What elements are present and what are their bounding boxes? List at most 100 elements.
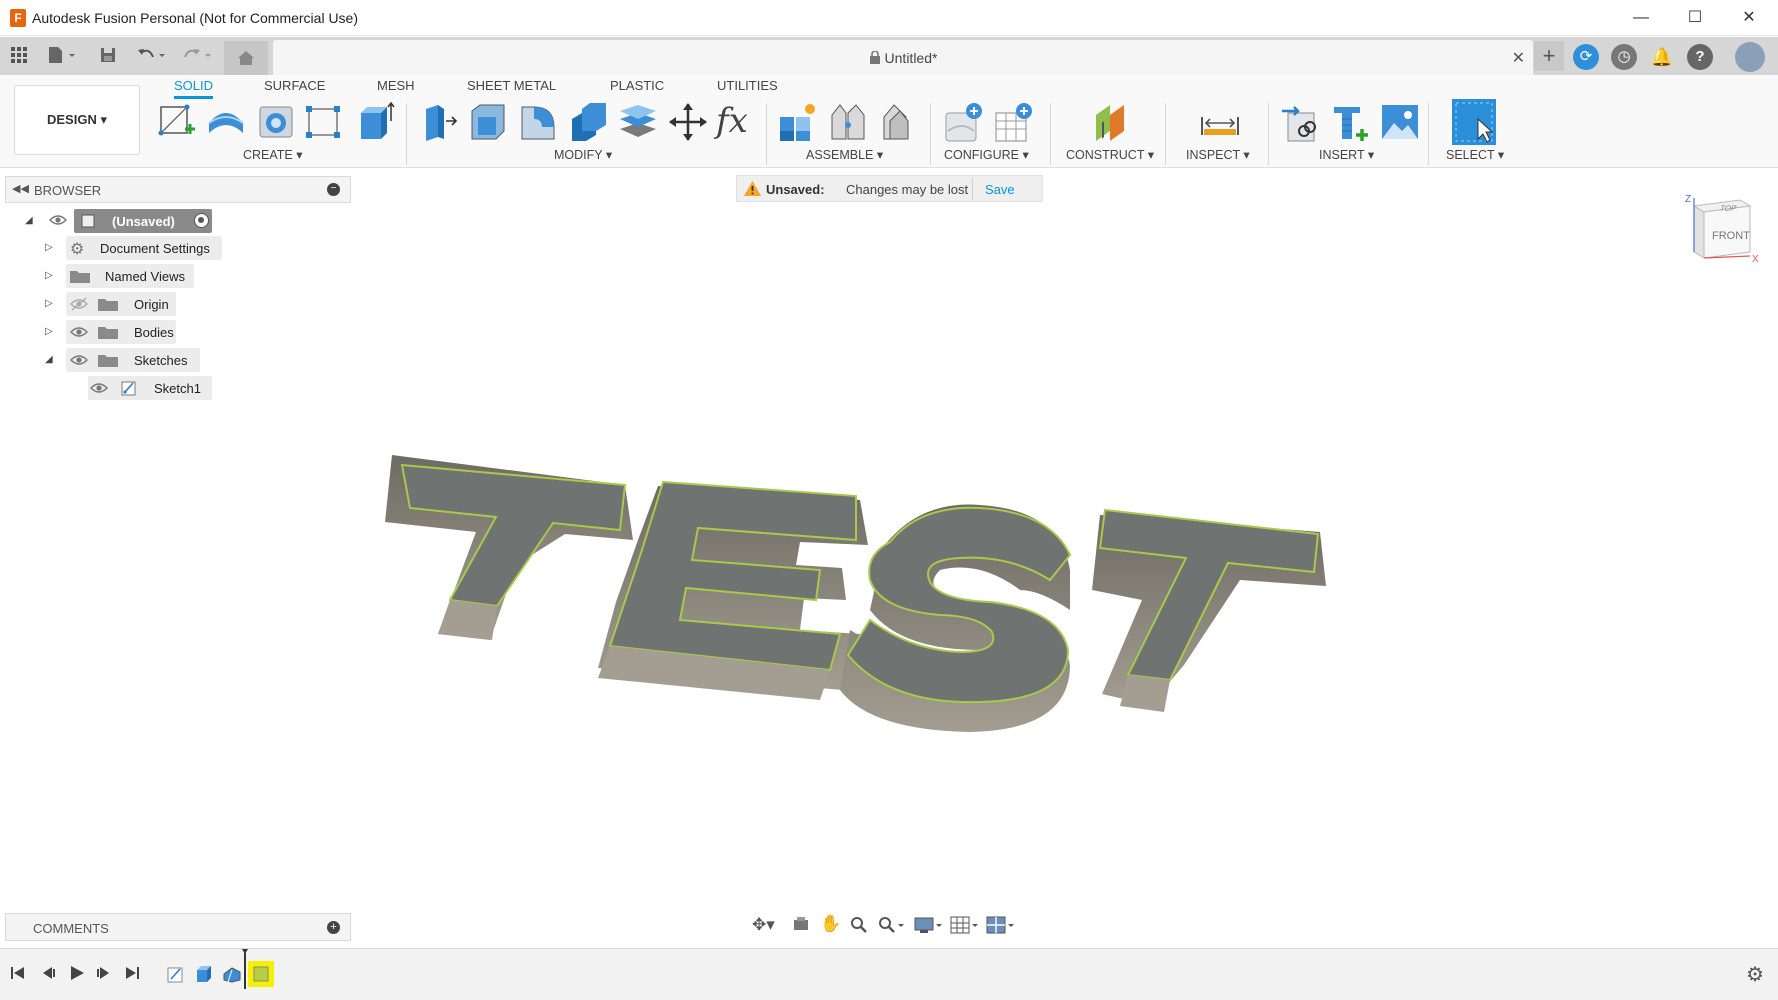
browser-pin-icon[interactable]: − — [327, 183, 340, 196]
assemble-group-label[interactable]: ASSEMBLE ▾ — [806, 147, 883, 162]
model-viewport[interactable] — [380, 450, 1380, 750]
zoom-window-icon[interactable] — [878, 916, 906, 939]
expand-triangle-icon[interactable]: ▷ — [45, 326, 53, 337]
grid-settings-icon[interactable] — [950, 916, 980, 939]
create-sketch-icon[interactable] — [156, 101, 196, 143]
parameters-fx-icon[interactable]: fx — [716, 101, 756, 143]
notifications-bell-icon[interactable]: 🔔 — [1649, 44, 1675, 70]
fillet-icon[interactable] — [518, 101, 558, 143]
timeline-extrude-feature-icon[interactable] — [194, 964, 214, 989]
tab-plastic[interactable]: PLASTIC — [610, 78, 664, 93]
inspect-group-label[interactable]: INSPECT ▾ — [1186, 147, 1250, 162]
help-icon[interactable]: ? — [1687, 44, 1713, 70]
browser-item-origin[interactable]: ▷ Origin — [44, 292, 184, 316]
joint-icon[interactable] — [828, 101, 868, 143]
activate-component-radio-icon[interactable] — [194, 213, 209, 228]
tab-surface[interactable]: SURFACE — [264, 78, 325, 93]
comments-panel-header[interactable]: COMMENTS + — [5, 913, 351, 941]
pan-hand-icon[interactable]: ✋ — [820, 914, 841, 934]
expand-triangle-icon[interactable]: ▷ — [45, 242, 53, 253]
create-group-label[interactable]: CREATE ▾ — [243, 147, 303, 162]
viewports-icon[interactable] — [986, 916, 1016, 939]
timeline-feature-icon[interactable] — [222, 964, 242, 989]
timeline-sketch-feature-icon[interactable] — [166, 964, 186, 989]
file-menu-icon[interactable] — [44, 45, 80, 67]
collapse-panel-icon[interactable]: ◀◀ — [12, 182, 29, 195]
tab-solid[interactable]: SOLID — [174, 78, 214, 99]
new-component-icon[interactable] — [778, 101, 818, 143]
close-tab-icon[interactable]: ✕ — [1512, 48, 1525, 68]
tab-utilities[interactable]: UTILITIES — [717, 78, 778, 93]
timeline-highlighted-feature-icon[interactable] — [248, 961, 274, 987]
offset-face-icon[interactable] — [618, 101, 658, 143]
revolve-icon[interactable] — [256, 101, 296, 143]
browser-item-sketches[interactable]: ◢ Sketches — [44, 348, 204, 372]
canvas-icon[interactable] — [1380, 101, 1420, 143]
zoom-icon[interactable] — [850, 916, 868, 939]
minimize-button[interactable]: — — [1614, 0, 1668, 36]
configure-group-label[interactable]: CONFIGURE ▾ — [944, 147, 1029, 162]
go-to-start-icon[interactable] — [10, 965, 26, 986]
add-comment-icon[interactable]: + — [327, 921, 340, 934]
step-forward-icon[interactable] — [96, 965, 112, 986]
insert-group-label[interactable]: INSERT ▾ — [1319, 147, 1374, 162]
tab-sheet-metal[interactable]: SHEET METAL — [467, 78, 556, 93]
workspace-switcher[interactable]: DESIGN ▾ — [14, 85, 140, 155]
visibility-eye-icon[interactable] — [49, 213, 67, 230]
move-icon[interactable] — [668, 101, 708, 143]
viewcube-face-top[interactable]: TOP — [1718, 204, 1738, 213]
press-pull-icon[interactable] — [418, 101, 458, 143]
combine-icon[interactable] — [568, 101, 608, 143]
extrude-icon[interactable] — [355, 101, 395, 143]
new-tab-plus-icon[interactable]: + — [1534, 41, 1564, 71]
look-at-icon[interactable] — [792, 916, 810, 937]
sketch-pattern-icon[interactable] — [303, 101, 343, 143]
hidden-eye-icon[interactable] — [70, 297, 88, 314]
viewcube[interactable]: Z TOP FRONT X — [1680, 194, 1760, 276]
browser-root-row[interactable]: ◢ (Unsaved) — [24, 209, 224, 233]
browser-item-sketch1[interactable]: Sketch1 — [88, 376, 218, 400]
shell-icon[interactable] — [468, 101, 508, 143]
document-tab[interactable]: Untitled* ✕ — [273, 40, 1533, 75]
collapse-triangle-icon[interactable]: ◢ — [45, 354, 53, 365]
visibility-eye-icon[interactable] — [90, 381, 108, 398]
browser-item-named-views[interactable]: ▷ Named Views — [44, 264, 194, 288]
home-icon[interactable] — [224, 41, 268, 75]
play-icon[interactable] — [68, 964, 86, 987]
expand-triangle-icon[interactable]: ▷ — [45, 298, 53, 309]
select-group-label[interactable]: SELECT ▾ — [1446, 147, 1504, 162]
step-back-icon[interactable] — [40, 965, 56, 986]
save-link[interactable]: Save — [985, 182, 1015, 197]
user-avatar[interactable] — [1735, 42, 1765, 72]
construct-group-label[interactable]: CONSTRUCT ▾ — [1066, 147, 1154, 162]
select-icon[interactable] — [1452, 99, 1496, 145]
orbit-icon[interactable]: ✥▾ — [752, 915, 775, 935]
offset-plane-icon[interactable] — [1090, 101, 1130, 143]
viewcube-face-front[interactable]: FRONT — [1712, 230, 1750, 242]
browser-item-document-settings[interactable]: ▷ ⚙ Document Settings — [44, 236, 224, 260]
go-to-end-icon[interactable] — [124, 965, 140, 986]
visibility-eye-icon[interactable] — [70, 353, 88, 370]
redo-icon[interactable] — [180, 45, 216, 67]
visibility-eye-icon[interactable] — [70, 325, 88, 342]
modify-group-label[interactable]: MODIFY ▾ — [554, 147, 612, 162]
data-panel-grid-icon[interactable] — [7, 45, 31, 67]
measure-icon[interactable] — [1200, 101, 1240, 143]
configure-icon[interactable] — [944, 101, 984, 143]
job-status-icon[interactable]: ◷ — [1611, 44, 1637, 70]
undo-icon[interactable] — [134, 45, 170, 67]
collapse-triangle-icon[interactable]: ◢ — [25, 215, 33, 226]
maximize-button[interactable]: ☐ — [1668, 0, 1722, 36]
insert-mcmaster-icon[interactable] — [1330, 101, 1370, 143]
extensions-icon[interactable]: ⟳ — [1573, 44, 1599, 70]
insert-derive-icon[interactable] — [1280, 101, 1320, 143]
display-settings-icon[interactable] — [914, 916, 944, 939]
timeline-settings-gear-icon[interactable]: ⚙ — [1746, 962, 1764, 987]
as-built-joint-icon[interactable] — [878, 101, 918, 143]
expand-triangle-icon[interactable]: ▷ — [45, 270, 53, 281]
browser-panel-header[interactable]: ◀◀ BROWSER − — [5, 176, 351, 203]
close-window-button[interactable]: ✕ — [1722, 0, 1776, 36]
form-icon[interactable] — [206, 101, 246, 143]
browser-item-bodies[interactable]: ▷ Bodies — [44, 320, 184, 344]
save-icon[interactable] — [96, 45, 120, 67]
